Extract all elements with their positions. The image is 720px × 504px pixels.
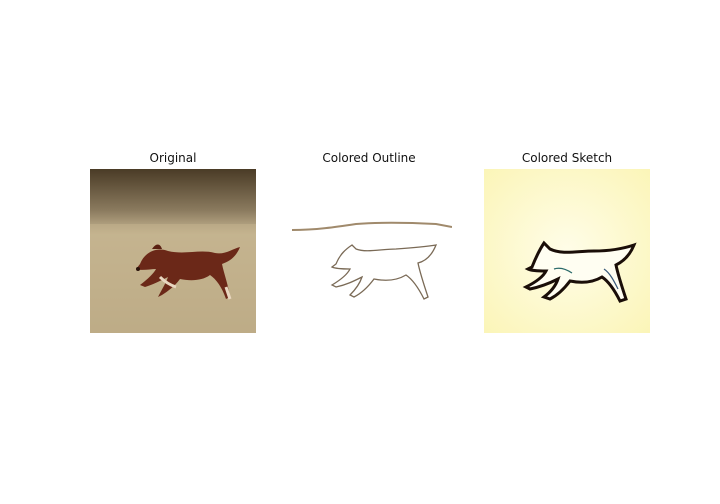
outline-dog-image <box>286 169 452 333</box>
panel-title: Original <box>149 151 197 165</box>
panel-title: Colored Sketch <box>521 151 613 165</box>
sketch-dog-image <box>484 169 650 333</box>
panel-title: Colored Outline <box>322 151 416 165</box>
original-dog-image <box>90 169 256 333</box>
